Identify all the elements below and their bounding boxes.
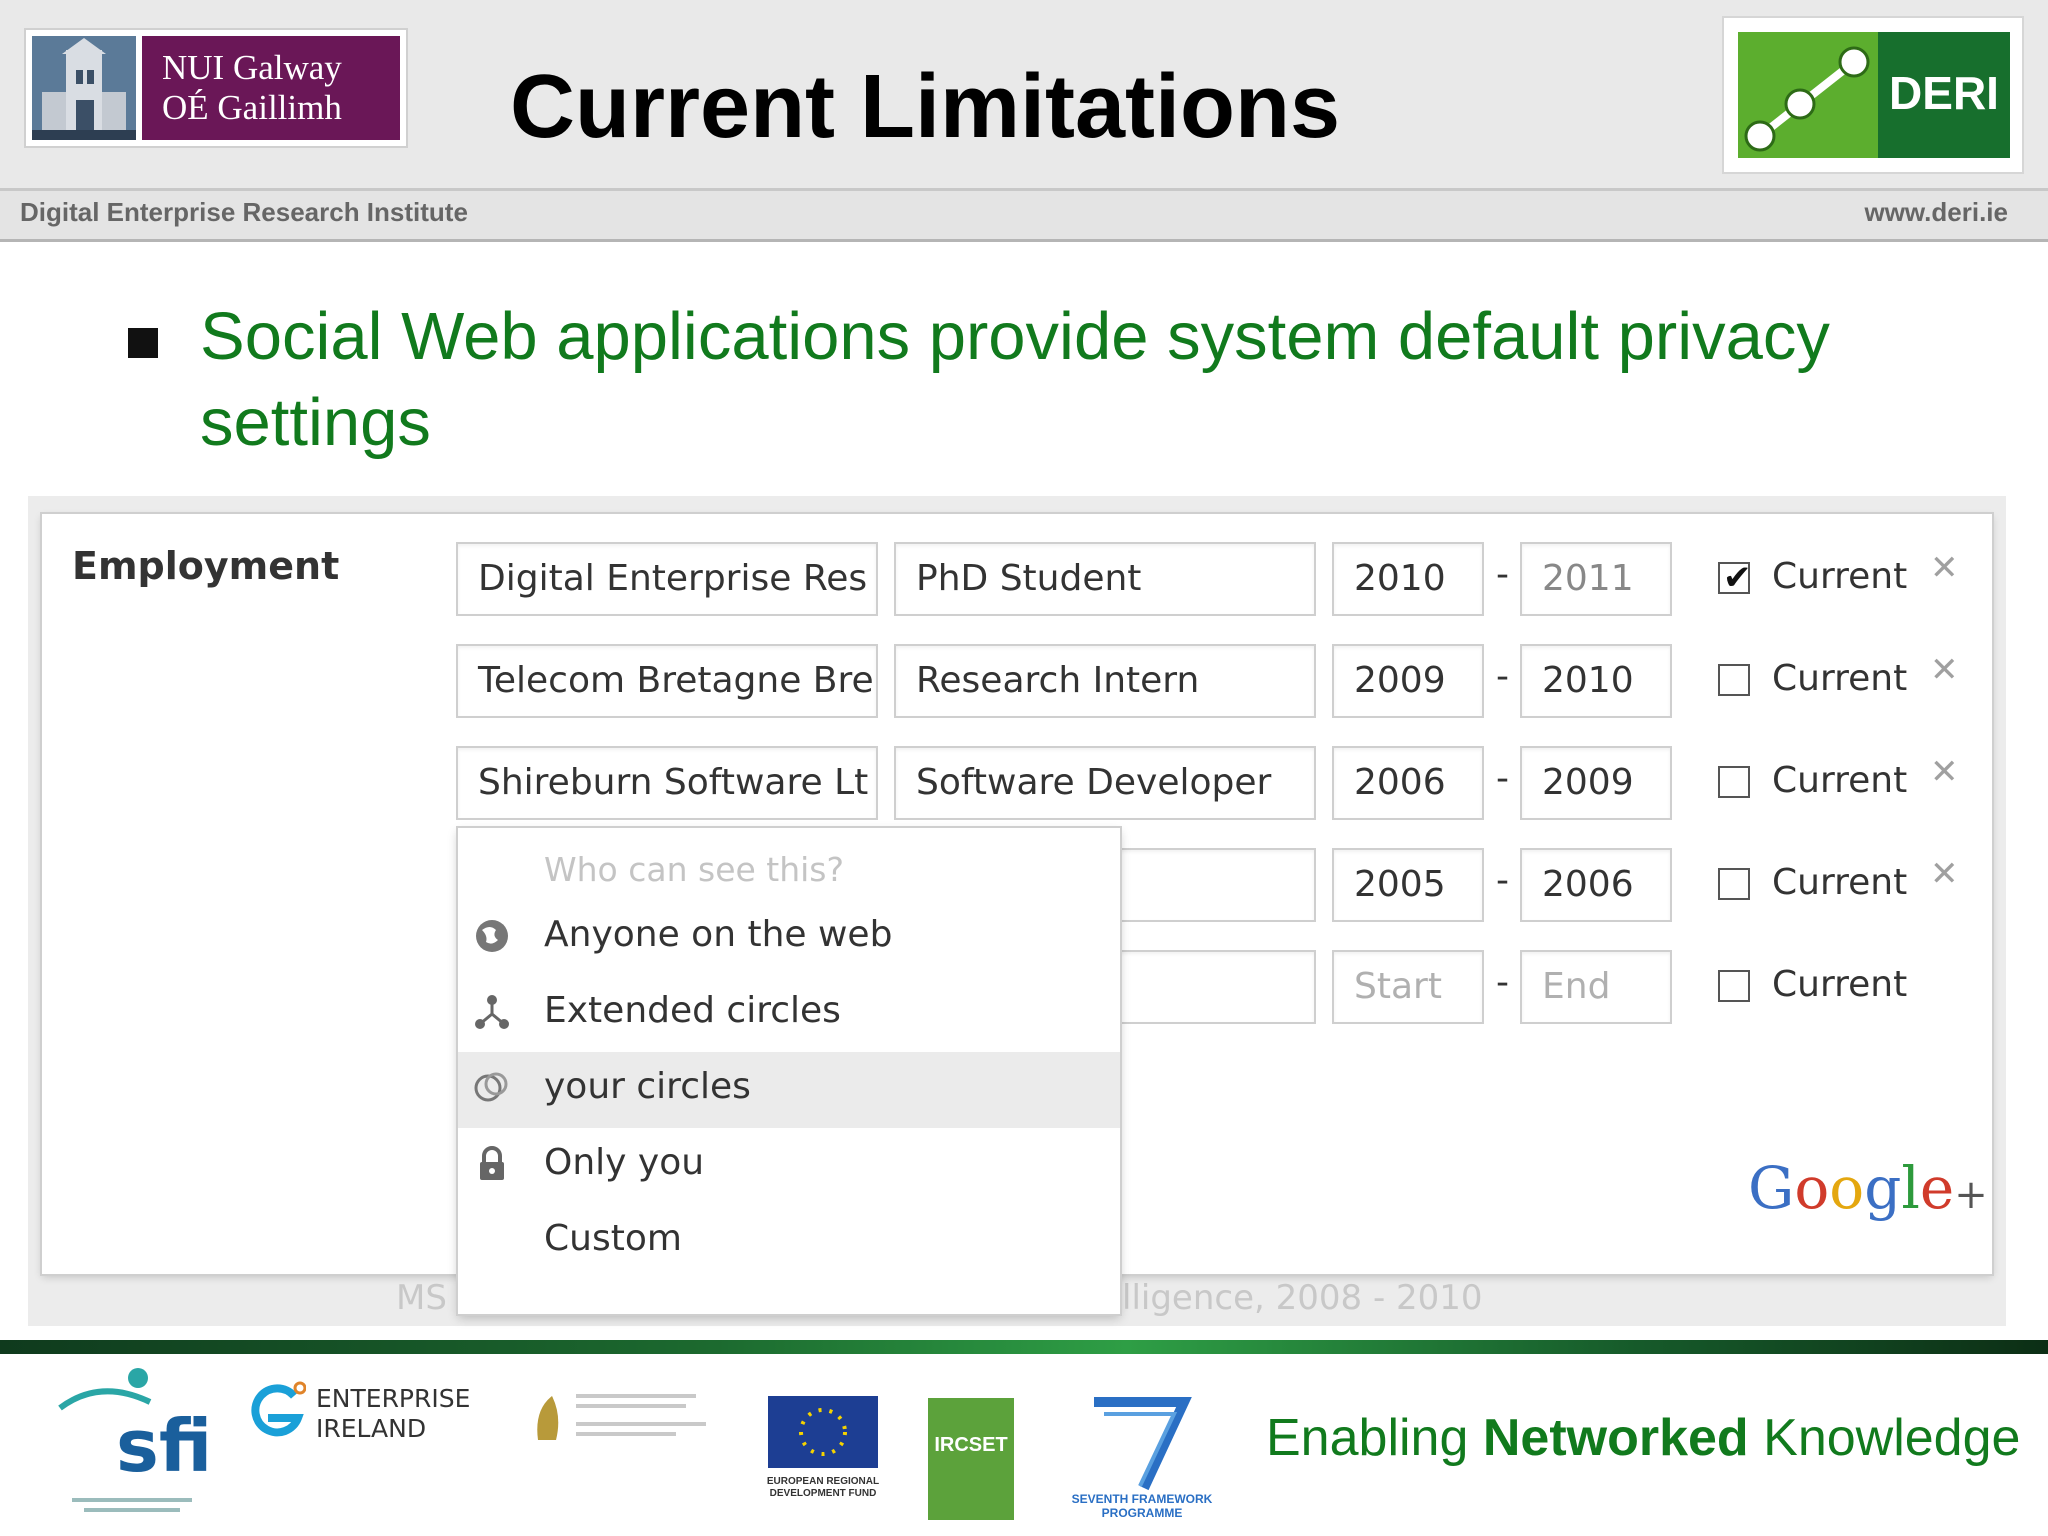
current-label: Current (1772, 658, 1908, 699)
eu-text-line2: DEVELOPMENT FUND (769, 1488, 877, 1499)
eu-fund-logo: EUROPEAN REGIONAL DEVELOPMENT FUND (766, 1394, 880, 1502)
option-label: Anyone on the web (544, 914, 893, 955)
tagline-post: Knowledge (1748, 1409, 2021, 1467)
visibility-option-custom[interactable]: Custom (458, 1204, 1120, 1280)
sfi-logo: sfi (52, 1364, 212, 1514)
current-checkbox[interactable] (1718, 766, 1750, 798)
visibility-dropdown: Who can see this? Anyone on the web Exte… (458, 828, 1120, 1314)
year-dash: - (1496, 860, 1509, 901)
tagline: Enabling Networked Knowledge (1266, 1408, 2020, 1468)
extended-circles-icon (472, 992, 512, 1032)
deri-logo-text: DERI (1889, 67, 1999, 119)
circles-icon (472, 1068, 512, 1108)
current-checkbox[interactable] (1718, 664, 1750, 696)
footer-band (0, 1340, 2048, 1354)
end-year-field[interactable]: 2011 (1520, 542, 1672, 616)
current-label: Current (1772, 964, 1908, 1005)
visibility-option-your-circles[interactable]: your circles (458, 1052, 1120, 1128)
end-year-field[interactable]: 2006 (1520, 848, 1672, 922)
current-checkbox[interactable] (1718, 970, 1750, 1002)
bullet-text: Social Web applications provide system d… (200, 299, 1830, 460)
deri-logo: DERI (1724, 18, 2022, 172)
nui-wordmark: NUI Galway OÉ Gaillimh (142, 36, 400, 140)
job-title-field[interactable]: Research Intern (894, 644, 1316, 718)
job-title-field[interactable]: Software Developer (894, 746, 1316, 820)
company-field[interactable]: Telecom Bretagne Bre (456, 644, 878, 718)
remove-row-icon[interactable]: ✕ (1930, 854, 1959, 894)
year-dash: - (1496, 962, 1509, 1003)
company-field[interactable]: Shireburn Software Lt (456, 746, 878, 820)
option-label: your circles (544, 1066, 751, 1107)
end-year-field[interactable]: 2009 (1520, 746, 1672, 820)
visibility-option-only-you[interactable]: Only you (458, 1128, 1120, 1204)
company-field[interactable]: Digital Enterprise Res (456, 542, 878, 616)
ircset-logo: IRCSET (928, 1398, 1014, 1520)
nui-galway-logo: NUI Galway OÉ Gaillimh (26, 30, 406, 146)
option-label: Custom (544, 1218, 682, 1259)
start-year-field[interactable]: Start (1332, 950, 1484, 1024)
institute-bar: Digital Enterprise Research Institute ww… (0, 188, 2048, 242)
visibility-option-extended[interactable]: Extended circles (458, 976, 1120, 1052)
eu-text-line1: EUROPEAN REGIONAL (766, 1476, 880, 1487)
globe-icon (472, 916, 512, 956)
job-title-field[interactable]: PhD Student (894, 542, 1316, 616)
ircset-text: IRCSET (934, 1434, 1008, 1456)
option-label: Extended circles (544, 990, 841, 1031)
start-year-field[interactable]: 2010 (1332, 542, 1484, 616)
enterprise-ireland-logo: ENTERPRISE IRELAND (246, 1380, 470, 1450)
slide-title: Current Limitations (510, 57, 1341, 157)
slide-header: NUI Galway OÉ Gaillimh Current Limitatio… (0, 0, 2048, 192)
institute-name: Digital Enterprise Research Institute (20, 197, 468, 227)
current-checkbox[interactable] (1718, 868, 1750, 900)
fp7-text-line1: SEVENTH FRAMEWORK (1071, 1492, 1213, 1506)
dropdown-header: Who can see this? (544, 850, 845, 889)
remove-row-icon[interactable]: ✕ (1930, 752, 1959, 792)
year-dash: - (1496, 758, 1509, 799)
checkmark-icon: ✔ (1723, 558, 1752, 598)
bullet-marker (128, 328, 158, 358)
current-label: Current (1772, 760, 1908, 801)
start-year-field[interactable]: 2009 (1332, 644, 1484, 718)
enterprise-ireland-line2: IRELAND (316, 1414, 427, 1443)
option-label: Only you (544, 1142, 705, 1183)
nui-logo-line1: NUI Galway (162, 48, 342, 87)
remove-row-icon[interactable]: ✕ (1930, 650, 1959, 690)
current-checkbox[interactable]: ✔ (1718, 558, 1752, 598)
start-year-field[interactable]: 2005 (1332, 848, 1484, 922)
employment-label: Employment (72, 544, 340, 588)
enterprise-ireland-line1: ENTERPRISE (316, 1384, 471, 1413)
sfi-text: sfi (116, 1404, 213, 1488)
current-label: Current (1772, 862, 1908, 903)
end-year-field[interactable]: 2010 (1520, 644, 1672, 718)
site-url: www.deri.ie (1864, 197, 2008, 227)
university-tower-icon (32, 36, 136, 140)
deri-network-icon (1738, 32, 1878, 158)
background-text-left: MS (396, 1278, 447, 1318)
end-year-field[interactable]: End (1520, 950, 1672, 1024)
background-text-right: lligence, 2008 - 2010 (1122, 1278, 1483, 1318)
tagline-pre: Enabling (1266, 1409, 1483, 1467)
fp7-text-line2: PROGRAMME (1101, 1506, 1183, 1520)
deri-wordmark: DERI (1878, 32, 2010, 158)
tagline-bold: Networked (1482, 1409, 1749, 1467)
nui-logo-line2: OÉ Gaillimh (162, 88, 342, 127)
lock-icon (472, 1144, 512, 1184)
year-dash: - (1496, 554, 1509, 595)
visibility-option-anyone[interactable]: Anyone on the web (458, 900, 1120, 976)
start-year-field[interactable]: 2006 (1332, 746, 1484, 820)
ireland-harp-logo (528, 1390, 714, 1450)
current-label: Current (1772, 556, 1908, 597)
google-plus-logo: Google+ (1748, 1154, 1988, 1222)
remove-row-icon[interactable]: ✕ (1930, 548, 1959, 588)
year-dash: - (1496, 656, 1509, 697)
fp7-logo: SEVENTH FRAMEWORK PROGRAMME (1064, 1392, 1220, 1520)
